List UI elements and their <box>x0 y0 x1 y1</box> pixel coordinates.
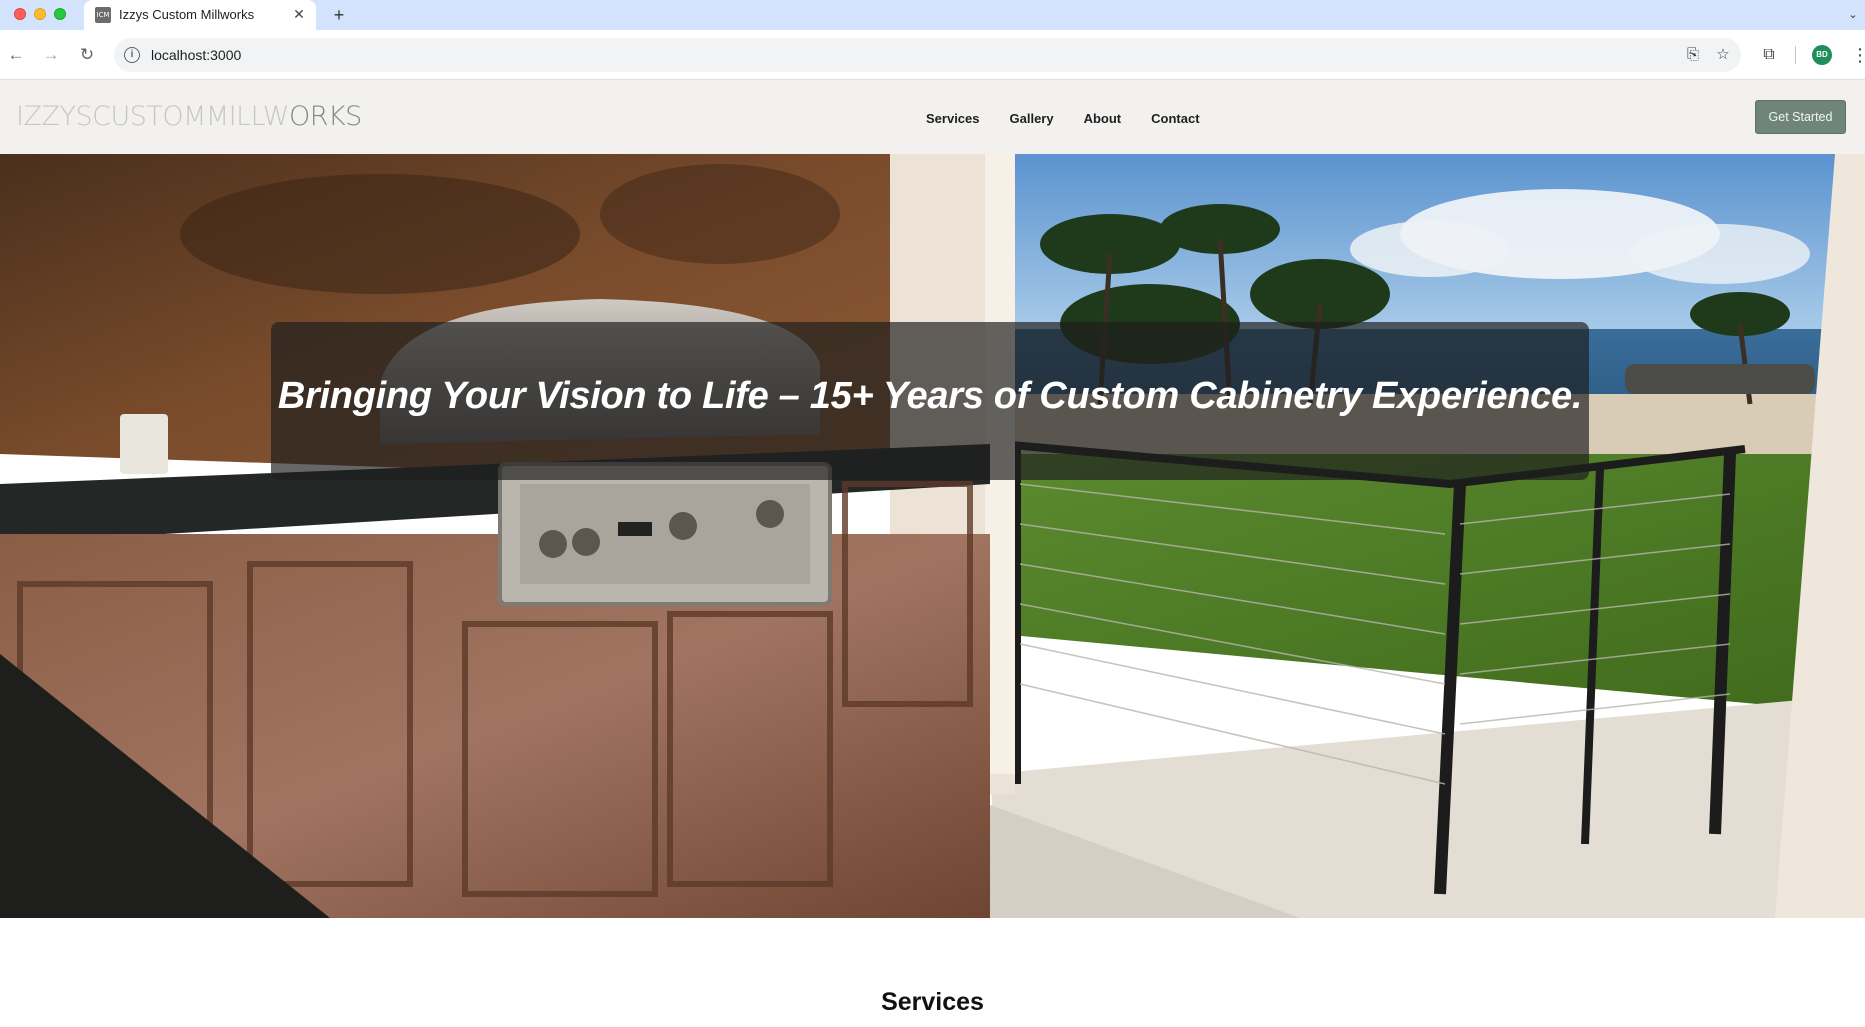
browser-tab-active[interactable]: ICM Izzys Custom Millworks ✕ <box>84 0 316 30</box>
logo-text-light: IZZYSCUSTOMMILLW <box>16 101 289 132</box>
site-header: IZZYSCUSTOMMILLWORKS Services Gallery Ab… <box>0 80 1865 154</box>
window-close-button[interactable] <box>14 8 26 20</box>
nav-link-services[interactable]: Services <box>926 111 980 126</box>
url-text[interactable]: localhost:3000 <box>151 47 241 63</box>
bookmark-star-icon[interactable]: ☆ <box>1713 45 1733 65</box>
extensions-icon[interactable]: ⧉ <box>1758 44 1780 66</box>
hero-headline-panel: Bringing Your Vision to Life – 15+ Years… <box>271 322 1589 480</box>
chevron-down-icon[interactable]: ⌄ <box>1843 5 1863 25</box>
services-heading: Services <box>881 988 984 1016</box>
main-nav: Services Gallery About Contact <box>926 111 1200 126</box>
hero-headline: Bringing Your Vision to Life – 15+ Years… <box>277 375 1583 417</box>
install-app-icon[interactable]: ⎘ <box>1683 45 1703 65</box>
toolbar-divider <box>1795 46 1796 64</box>
get-started-button[interactable]: Get Started <box>1755 100 1846 134</box>
nav-link-gallery[interactable]: Gallery <box>1010 111 1054 126</box>
profile-avatar[interactable]: BD <box>1812 45 1832 65</box>
window-zoom-button[interactable] <box>54 8 66 20</box>
browser-toolbar: ← → ↻ i localhost:3000 ⎘ ☆ ⧉ BD ⋮ <box>0 30 1865 80</box>
reload-icon[interactable]: ↻ <box>75 43 99 67</box>
tab-title: Izzys Custom Millworks <box>119 7 255 22</box>
window-minimize-button[interactable] <box>34 8 46 20</box>
site-favicon-icon: ICM <box>95 7 111 23</box>
address-bar[interactable]: i localhost:3000 ⎘ ☆ <box>114 38 1741 72</box>
back-arrow-icon[interactable]: ← <box>4 43 28 67</box>
plus-icon[interactable]: + <box>328 4 350 26</box>
site-info-icon[interactable]: i <box>124 47 140 63</box>
hero-section: Bringing Your Vision to Life – 15+ Years… <box>0 154 1865 918</box>
site-logo[interactable]: IZZYSCUSTOMMILLWORKS <box>16 101 362 132</box>
browser-tab-strip: ICM Izzys Custom Millworks ✕ + ⌄ <box>0 0 1865 30</box>
nav-link-about[interactable]: About <box>1084 111 1122 126</box>
logo-text-dark: ORKS <box>288 101 362 132</box>
hero-background-image <box>0 154 1865 918</box>
close-icon[interactable]: ✕ <box>290 5 308 23</box>
forward-arrow-icon[interactable]: → <box>39 43 63 67</box>
kebab-menu-icon[interactable]: ⋮ <box>1851 44 1865 66</box>
nav-link-contact[interactable]: Contact <box>1151 111 1199 126</box>
